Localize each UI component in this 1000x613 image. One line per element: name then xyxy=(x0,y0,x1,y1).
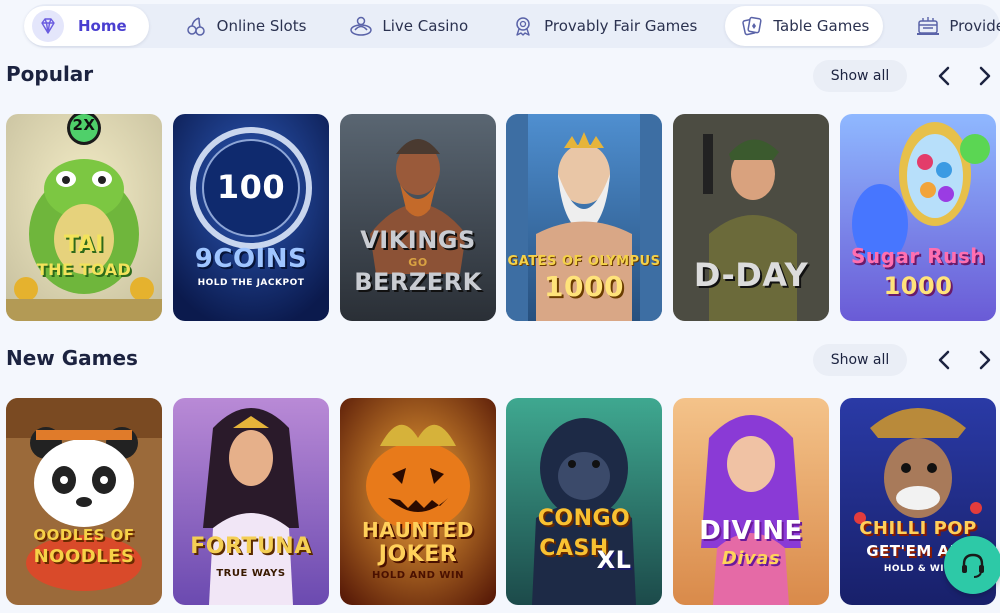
nav-item-label: Live Casino xyxy=(382,17,469,35)
game-thumbnail xyxy=(6,114,162,321)
game-title-line: FORTUNA xyxy=(190,534,312,559)
nav-item-online-slots[interactable]: Online Slots xyxy=(169,6,321,46)
nav-item-label: Provably Fair Games xyxy=(544,17,698,35)
nav-item-live-casino[interactable]: Live Casino xyxy=(334,6,482,46)
carousel-next-button[interactable] xyxy=(973,348,997,372)
game-title-line: NOODLES xyxy=(33,546,135,567)
game-card-congo-cash-xl[interactable]: CONGO CASH XL xyxy=(506,398,662,605)
category-nav: Home Online Slots Live Casino Provably F… xyxy=(24,4,1000,48)
game-title-line: BERZERK xyxy=(354,268,482,296)
game-thumbnail xyxy=(6,398,162,605)
headset-icon xyxy=(962,553,984,578)
game-title-line: CONGO xyxy=(537,506,631,531)
game-title-line: Divas xyxy=(721,548,781,569)
game-subtitle: TRUE WAYS xyxy=(216,568,286,579)
live-dealer-icon xyxy=(348,13,374,39)
game-title-line: HAUNTED xyxy=(362,518,474,542)
chevron-left-icon xyxy=(938,350,950,370)
chevron-left-icon xyxy=(938,66,950,86)
game-card-gates-of-olympus-1000[interactable]: GATES OF OLYMPUS 1000 xyxy=(506,114,662,321)
game-title-line: XL xyxy=(596,546,632,574)
show-all-button[interactable]: Show all xyxy=(813,60,907,92)
game-title-line: 1000 xyxy=(883,272,953,300)
game-title-line: OODLES OF xyxy=(33,526,135,544)
game-title-line: GATES OF OLYMPUS xyxy=(507,254,661,269)
game-card-vikings-go-berzerk[interactable]: VIKINGS GO BERZERK xyxy=(340,114,496,321)
section-title-popular: Popular xyxy=(6,62,94,86)
nav-item-label: Providers xyxy=(949,17,1000,35)
game-title-line: 9COINS xyxy=(194,244,308,274)
nav-item-provably-fair-games[interactable]: Provably Fair Games xyxy=(496,6,711,46)
game-title-line: 1000 xyxy=(544,270,624,303)
multiplier-badge: 2X xyxy=(72,116,96,134)
game-card-divine-divas[interactable]: DIVINE Divas xyxy=(673,398,829,605)
cherries-icon xyxy=(183,13,209,39)
nav-item-label: Table Games xyxy=(773,17,870,35)
game-card-9-coins[interactable]: 100 9COINS HOLD THE JACKPOT xyxy=(173,114,329,321)
chevron-right-icon xyxy=(979,66,991,86)
game-title-line: JOKER xyxy=(378,542,458,567)
nav-item-home[interactable]: Home xyxy=(24,6,149,46)
nav-item-label: Online Slots xyxy=(216,17,307,35)
carousel-next-button[interactable] xyxy=(973,64,997,88)
game-thumbnail xyxy=(173,114,329,321)
jackpot-value: 100 xyxy=(216,168,286,206)
game-title-line: Sugar Rush xyxy=(850,244,986,268)
game-card-oodles-of-noodles[interactable]: OODLES OF NOODLES xyxy=(6,398,162,605)
game-card-haunted-joker[interactable]: HAUNTED JOKER HOLD AND WIN xyxy=(340,398,496,605)
game-title-line: D-DAY xyxy=(693,256,809,294)
game-card-d-day[interactable]: D-DAY xyxy=(673,114,829,321)
chevron-right-icon xyxy=(979,350,991,370)
section-title-new-games: New Games xyxy=(6,346,138,370)
support-chat-button[interactable] xyxy=(944,536,1000,594)
game-subtitle: HOLD AND WIN xyxy=(371,570,465,581)
game-title-line: TAI xyxy=(63,232,104,257)
game-subtitle: HOLD THE JACKPOT xyxy=(197,278,305,288)
game-card-sugar-rush-1000[interactable]: Sugar Rush 1000 xyxy=(840,114,996,321)
shield-badge-icon xyxy=(510,13,536,39)
diamond-icon xyxy=(32,10,64,42)
game-card-fortuna[interactable]: FORTUNA TRUE WAYS xyxy=(173,398,329,605)
game-card-tai-the-toad[interactable]: 2X TAI THE TOAD xyxy=(6,114,162,321)
nav-item-providers[interactable]: Providers xyxy=(901,6,1000,46)
nav-item-label: Home xyxy=(78,17,127,35)
game-title-line: DIVINE xyxy=(699,516,803,546)
cards-icon xyxy=(739,13,765,39)
game-title-line: VIKINGS xyxy=(360,226,476,254)
provider-building-icon xyxy=(915,13,941,39)
nav-item-table-games[interactable]: Table Games xyxy=(725,6,884,46)
game-thumbnail xyxy=(673,398,829,605)
show-all-button[interactable]: Show all xyxy=(813,344,907,376)
game-title-line: THE TOAD xyxy=(36,260,132,279)
carousel-prev-button[interactable] xyxy=(932,348,956,372)
carousel-prev-button[interactable] xyxy=(932,64,956,88)
